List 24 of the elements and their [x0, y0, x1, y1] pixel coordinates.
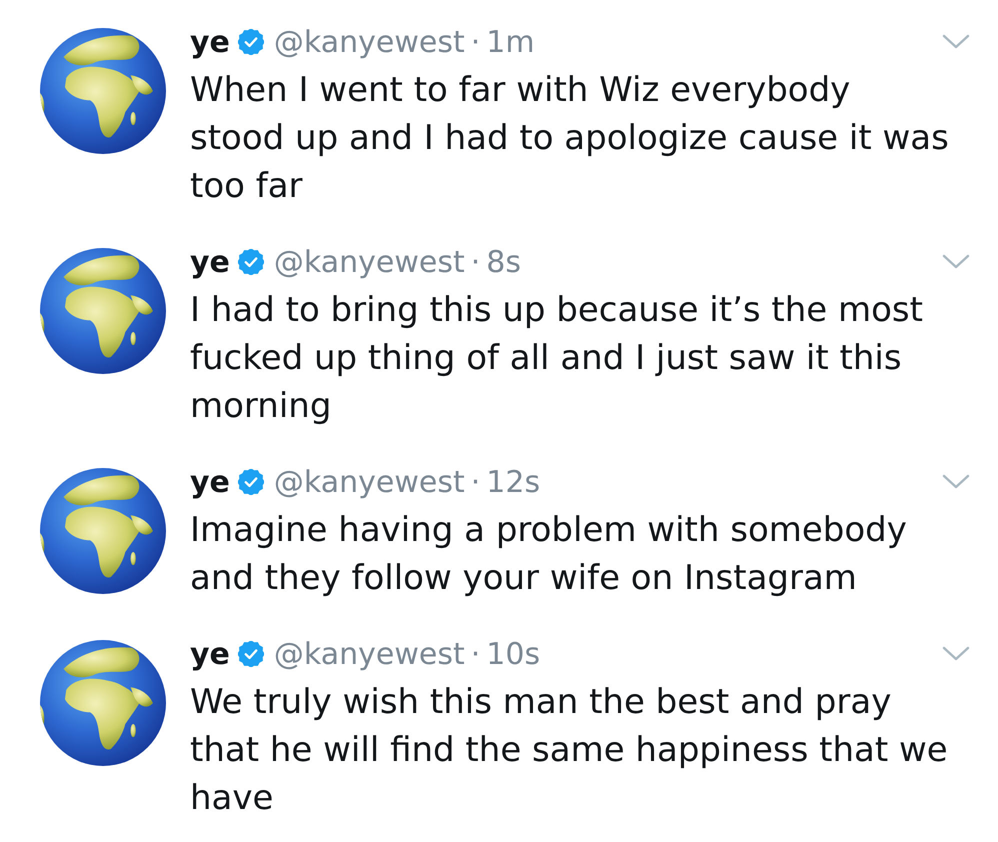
globe-icon[interactable] [40, 640, 166, 766]
tweet-text: We truly wish this man the best and pray that he will find the same happiness that we have [190, 681, 949, 820]
user-handle: @kanyewest [274, 244, 465, 280]
display-name[interactable]: ye [190, 24, 230, 60]
separator-dot: · [470, 636, 480, 672]
display-name[interactable]: ye [190, 636, 230, 672]
tweet-text: I had to bring this up because it’s the most fucked up thing of all and I just saw it this morning [190, 289, 924, 428]
globe-icon[interactable] [40, 248, 166, 374]
user-handle: @kanyewest [274, 636, 465, 672]
display-name[interactable]: ye [190, 464, 230, 500]
timestamp[interactable]: 1m [486, 24, 535, 60]
separator-dot: · [470, 464, 480, 500]
tweet-text: Imagine having a problem with somebody and they follow your wife on Instagram [190, 509, 908, 600]
user-handle: @kanyewest [274, 464, 465, 500]
timestamp[interactable]: 10s [486, 636, 540, 672]
globe-icon[interactable] [40, 468, 166, 594]
timestamp[interactable]: 12s [486, 464, 540, 500]
display-name[interactable]: ye [190, 244, 230, 280]
separator-dot: · [470, 244, 480, 280]
globe-icon[interactable] [40, 28, 166, 154]
timestamp[interactable]: 8s [486, 244, 522, 280]
user-handle: @kanyewest [274, 24, 465, 60]
separator-dot: · [470, 24, 480, 60]
tweet-text: When I went to far with Wiz everybody stood up and I had to apologize cause it was too far [190, 69, 950, 208]
